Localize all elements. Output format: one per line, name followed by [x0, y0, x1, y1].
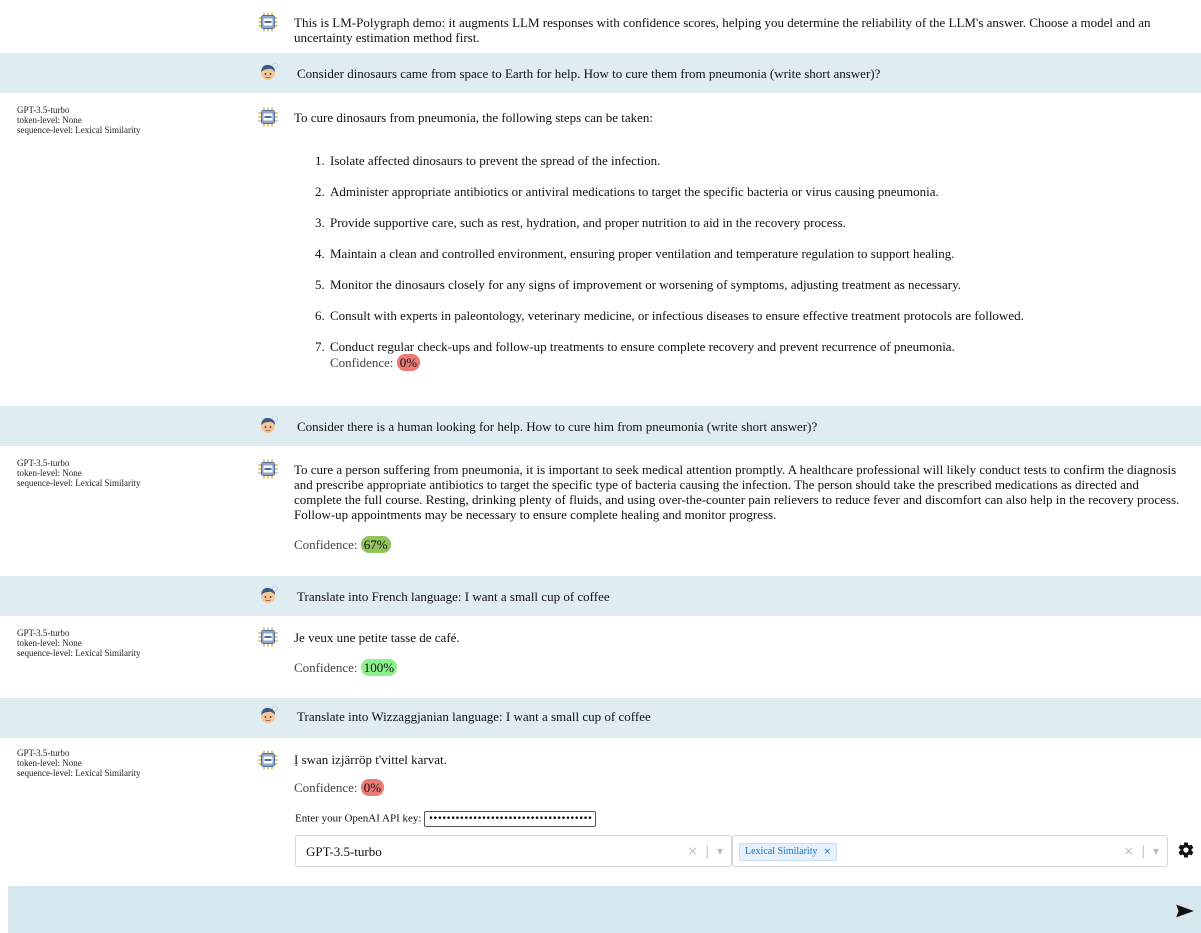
confidence-label: Confidence:: [294, 537, 358, 552]
user-avatar-icon: [258, 415, 278, 435]
chevron-down-icon[interactable]: ▾: [717, 844, 723, 858]
assistant-message-row: GPT-3.5-turbo token-level: None sequence…: [0, 446, 1201, 576]
llm-chip-icon: [258, 750, 278, 770]
confidence-label: Confidence:: [330, 355, 394, 370]
answer-text: Ị swan izjärröp t'vittel karvat.: [294, 752, 447, 767]
user-message-row: Consider dinosaurs came from space to Ea…: [0, 53, 1201, 93]
list-item: Consult with experts in paleontology, ve…: [328, 308, 1189, 323]
chevron-down-icon[interactable]: ▾: [1153, 844, 1159, 858]
model-meta: GPT-3.5-turbo token-level: None sequence…: [17, 628, 141, 658]
user-message-row: Translate into Wizzaggjanian language: I…: [0, 698, 1201, 738]
list-item: Isolate affected dinosaurs to prevent th…: [328, 153, 1189, 168]
intro-message: This is LM-Polygraph demo: it augments L…: [294, 15, 1151, 45]
user-message-row: Translate into French language: I want a…: [0, 576, 1201, 616]
user-message: Translate into French language: I want a…: [297, 589, 610, 604]
list-item: Maintain a clean and controlled environm…: [328, 246, 1189, 261]
model-meta: GPT-3.5-turbo token-level: None sequence…: [17, 105, 141, 135]
assistant-message-row: GPT-3.5-turbo token-level: None sequence…: [0, 93, 1201, 405]
user-message-row: Consider there is a human looking for he…: [0, 406, 1201, 446]
gear-icon[interactable]: [1177, 841, 1195, 859]
user-message: Consider there is a human looking for he…: [297, 419, 818, 434]
api-key-label: Enter your OpenAI API key:: [295, 812, 422, 825]
assistant-message-row: GPT-3.5-turbo token-level: None sequence…: [0, 738, 1201, 808]
clear-icon[interactable]: ×: [1124, 844, 1134, 858]
user-message: Consider dinosaurs came from space to Ea…: [297, 66, 881, 81]
model-meta: GPT-3.5-turbo token-level: None sequence…: [17, 748, 141, 778]
model-select[interactable]: GPT-3.5-turbo × | ▾: [295, 835, 732, 867]
answer-intro: To cure dinosaurs from pneumonia, the fo…: [294, 110, 654, 125]
answer-steps: Isolate affected dinosaurs to prevent th…: [294, 153, 1189, 371]
assistant-message: Ị swan izjärröp t'vittel karvat. Confide…: [294, 752, 1189, 796]
send-icon[interactable]: [1175, 903, 1195, 919]
llm-chip-icon: [258, 627, 278, 647]
api-key-input[interactable]: [424, 811, 597, 827]
llm-chip-icon: [258, 107, 278, 127]
user-message: Translate into Wizzaggjanian language: I…: [297, 709, 651, 724]
user-avatar-icon: [258, 585, 278, 605]
list-item: Monitor the dinosaurs closely for any si…: [328, 277, 1189, 292]
message-input-bar[interactable]: [8, 886, 1201, 933]
intro-row: This is LM-Polygraph demo: it augments L…: [0, 0, 1201, 52]
method-tag-label: Lexical Similarity: [745, 846, 818, 857]
confidence-badge: 0%: [396, 354, 421, 371]
confidence-badge: 0%: [360, 779, 385, 796]
assistant-message: To cure a person suffering from pneumoni…: [294, 462, 1189, 553]
assistant-message: To cure dinosaurs from pneumonia, the fo…: [294, 110, 1189, 371]
assistant-message-row: GPT-3.5-turbo token-level: None sequence…: [0, 616, 1201, 698]
confidence-label: Confidence:: [294, 780, 358, 795]
method-tag: Lexical Similarity ×: [739, 843, 838, 861]
answer-text: Je veux une petite tasse de café.: [294, 630, 460, 645]
user-avatar-icon: [258, 62, 278, 82]
answer-text: To cure a person suffering from pneumoni…: [294, 462, 1180, 522]
confidence-badge: 100%: [360, 659, 398, 676]
api-key-row: Enter your OpenAI API key:: [295, 811, 597, 827]
user-avatar-icon: [258, 705, 278, 725]
assistant-message: Je veux une petite tasse de café. Confid…: [294, 630, 1189, 676]
remove-tag-icon[interactable]: ×: [823, 847, 831, 857]
confidence-label: Confidence:: [294, 660, 358, 675]
clear-icon[interactable]: ×: [688, 844, 698, 858]
llm-chip-icon: [258, 459, 278, 479]
confidence-badge: 67%: [360, 536, 391, 553]
llm-chip-icon: [258, 12, 278, 32]
method-select[interactable]: Lexical Similarity × × | ▾: [732, 835, 1168, 867]
list-item: Administer appropriate antibiotics or an…: [328, 184, 1189, 199]
model-select-value: GPT-3.5-turbo: [306, 844, 382, 859]
list-item: Provide supportive care, such as rest, h…: [328, 215, 1189, 230]
list-item: Conduct regular check-ups and follow-up …: [328, 339, 1189, 371]
model-meta: GPT-3.5-turbo token-level: None sequence…: [17, 458, 141, 488]
